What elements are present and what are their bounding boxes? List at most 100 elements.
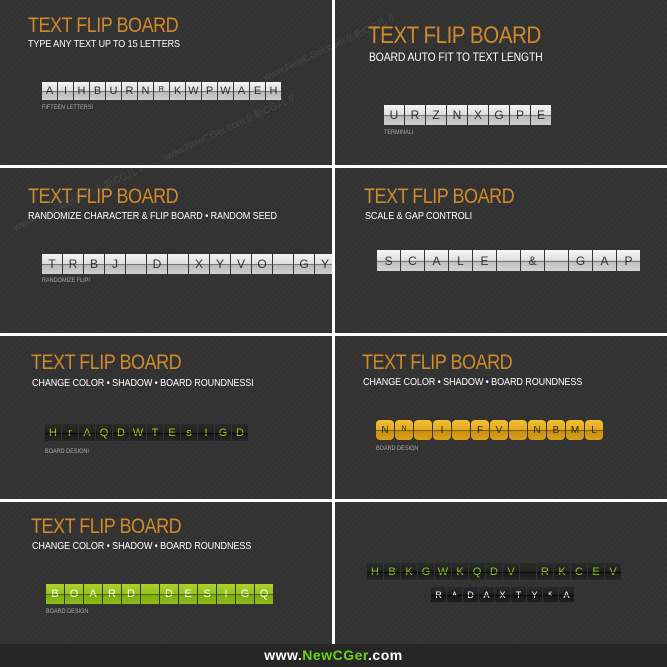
flip-tile: P (617, 250, 640, 271)
flip-tile: B (547, 420, 565, 440)
flip-tile: S (377, 250, 400, 271)
flip-tile (168, 254, 188, 274)
flip-tile: Y (315, 254, 332, 274)
flip-tile: N (138, 82, 153, 100)
flip-tile: B (84, 254, 104, 274)
panel-board-design-dark: TEXT FLIP BOARD CHANGE COLOR • SHADOW • … (0, 336, 332, 499)
flip-tile: D (113, 424, 129, 441)
flip-tile: H (367, 563, 383, 580)
flip-tile: V (503, 563, 519, 580)
board-caption: RANDOMIZE FLIPI (42, 277, 90, 284)
site-url[interactable]: www.NewCGer.com (0, 647, 667, 663)
flip-tile: A (42, 82, 57, 100)
panel-title: TEXT FLIP BOARD (368, 22, 541, 49)
panel-board-design-gold: TEXT FLIP BOARD CHANGE COLOR • SHADOW • … (335, 336, 667, 499)
site-url-suffix: .com (368, 647, 403, 663)
flip-tile: Y (210, 254, 230, 274)
flip-tile: U (384, 105, 404, 125)
flip-tile: D (463, 587, 478, 602)
flip-tile: R (431, 587, 446, 602)
flip-tile: R (537, 563, 553, 580)
flip-tile: V (231, 254, 251, 274)
flip-tile: H (74, 82, 89, 100)
flip-tile: M (566, 420, 584, 440)
flip-tile: A (479, 587, 494, 602)
panel-title: TEXT FLIP BOARD (364, 185, 515, 208)
flip-tile: A (593, 250, 616, 271)
panel-board-design-lime: TEXT FLIP BOARD CHANGE COLOR • SHADOW • … (0, 502, 332, 644)
flip-tile: B (90, 82, 105, 100)
flip-tile: K (452, 563, 468, 580)
flip-tile (520, 563, 536, 580)
flip-tile: W (186, 82, 201, 100)
flip-tile: D (122, 584, 140, 604)
flip-tile: R (405, 105, 425, 125)
flip-tile: A (79, 424, 95, 441)
panel-subtitle: BOARD AUTO FIT TO TEXT LENGTH (369, 50, 543, 64)
preview-sheet: TEXT FLIP BOARD TYPE ANY TEXT UP TO 15 L… (0, 0, 667, 667)
flip-tile: ᴿ (154, 82, 169, 100)
panel-subtitle: CHANGE COLOR • SHADOW • BOARD ROUNDNESS (363, 376, 583, 388)
flip-tile: T (42, 254, 62, 274)
board-caption: BOARD DESIGNI (45, 448, 89, 455)
flip-board: TRBJDXYVOGY (42, 254, 332, 274)
flip-tile: A (84, 584, 102, 604)
flip-tile: H (45, 424, 61, 441)
flip-tile: B (384, 563, 400, 580)
flip-tile: K (554, 563, 570, 580)
flip-tile (509, 420, 527, 440)
flip-tile: R (63, 254, 83, 274)
flip-tile: E (179, 584, 197, 604)
flip-tile: G (489, 105, 509, 125)
flip-tile: F (471, 420, 489, 440)
flip-tile: S (198, 584, 216, 604)
flip-tile: Y (527, 587, 542, 602)
flip-tile: J (105, 254, 125, 274)
flip-tile: R (103, 584, 121, 604)
flip-tile: W (435, 563, 451, 580)
flip-tile: P (202, 82, 217, 100)
flip-tile: E (588, 563, 604, 580)
flip-board-bottom: RᴬDAXTYᴷA (431, 587, 574, 602)
board-caption: FIFTEEN LETTERSI (42, 104, 93, 111)
flip-tile: s (181, 424, 197, 441)
flip-tile: N (447, 105, 467, 125)
flip-tile: I (433, 420, 451, 440)
flip-tile: V (490, 420, 508, 440)
flip-tile: G (418, 563, 434, 580)
flip-board: S C A L E & G A P (377, 250, 640, 271)
panel-title: TEXT FLIP BOARD (31, 515, 182, 538)
panel-subtitle: CHANGE COLOR • SHADOW • BOARD ROUNDNESSI (32, 377, 254, 389)
flip-tile: K (170, 82, 185, 100)
flip-tile: I (217, 584, 235, 604)
flip-tile: G (294, 254, 314, 274)
flip-tile (545, 250, 568, 271)
flip-tile (141, 584, 159, 604)
panel-title: TEXT FLIP BOARD (362, 351, 513, 374)
flip-tile: U (106, 82, 121, 100)
flip-tile: B (46, 584, 64, 604)
site-url-brand: NewCGer (302, 647, 369, 663)
flip-tile: Q (255, 584, 273, 604)
flip-tile: D (160, 584, 178, 604)
flip-tile: ᴷ (543, 587, 558, 602)
flip-board: URZNXGPE (384, 105, 551, 125)
flip-tile: A (425, 250, 448, 271)
flip-tile: E (250, 82, 265, 100)
flip-tile: I (58, 82, 73, 100)
flip-tile (497, 250, 520, 271)
flip-tile: Q (96, 424, 112, 441)
flip-tile: W (218, 82, 233, 100)
board-caption: BOARD DESIGN (46, 608, 89, 615)
flip-tile: O (65, 584, 83, 604)
panel-subtitle: SCALE & GAP CONTROLI (365, 210, 473, 222)
flip-tile: N (376, 420, 394, 440)
flip-tile (273, 254, 293, 274)
panel-subtitle: TYPE ANY TEXT UP TO 15 LETTERS (28, 38, 181, 50)
flip-board: NᴺIFVNBML (376, 420, 603, 440)
flip-tile: D (486, 563, 502, 580)
panel-double-board: HBKGWKQDVRKCEV RᴬDAXTYᴷA (335, 502, 667, 644)
flip-tile: K (401, 563, 417, 580)
flip-tile (452, 420, 470, 440)
flip-tile: A (559, 587, 574, 602)
